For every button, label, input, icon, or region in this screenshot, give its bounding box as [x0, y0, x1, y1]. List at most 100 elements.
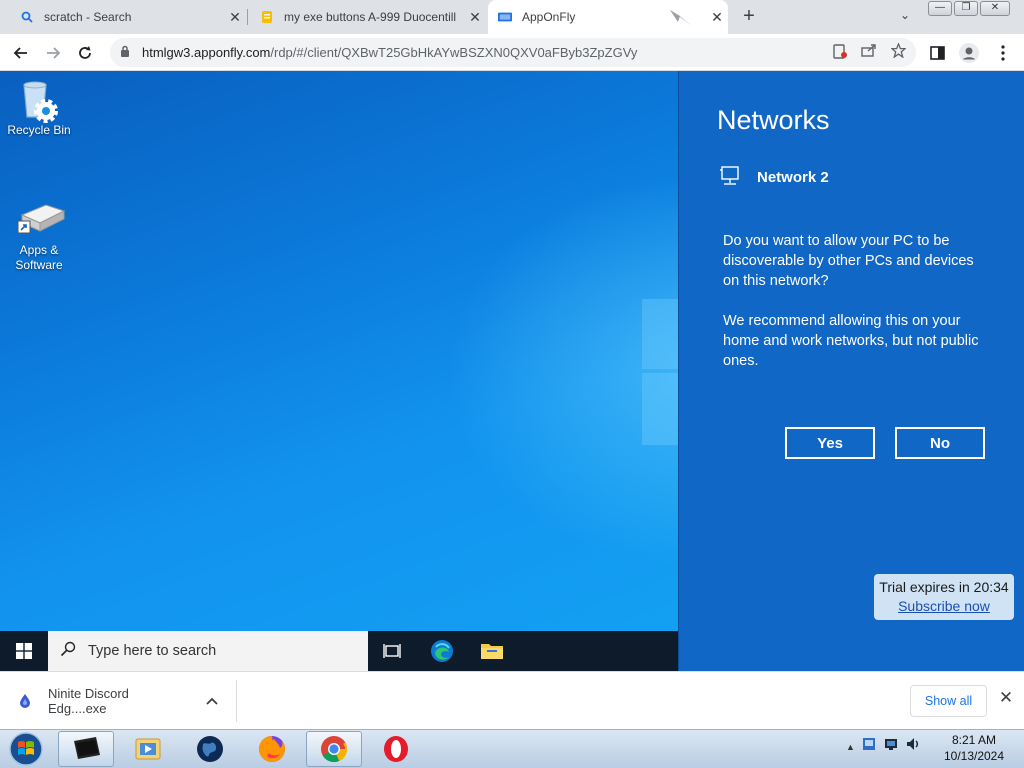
globe-icon: [197, 736, 223, 762]
system-tray: ▲: [846, 736, 921, 757]
system-clock[interactable]: 8:21 AM 10/13/2024: [940, 732, 1008, 764]
desktop-icon-label: Recycle Bin: [7, 123, 71, 137]
recycle-bin-icon: [16, 79, 62, 123]
clock-date: 10/13/2024: [943, 749, 1005, 763]
chevron-up-icon[interactable]: [206, 694, 218, 708]
show-all-button[interactable]: Show all: [910, 685, 987, 717]
close-tab-icon[interactable]: ✕: [706, 9, 728, 26]
paper-plane-icon: [666, 10, 696, 26]
host-taskbar: ▲ 8:21 AM 10/13/2024: [0, 729, 1024, 768]
show-hidden-icons-chevron-icon[interactable]: ▲: [846, 742, 855, 752]
win7-start-orb[interactable]: [4, 730, 48, 768]
share-icon[interactable]: [861, 43, 877, 62]
wallpaper-logo-pane: [642, 299, 678, 369]
clipboard-blocked-icon[interactable]: [833, 43, 847, 62]
bookmark-star-icon[interactable]: [890, 42, 907, 62]
side-panel-icon[interactable]: [926, 42, 948, 64]
close-tab-icon[interactable]: ✕: [224, 9, 246, 26]
network-name: Network 2: [757, 169, 829, 186]
tab-search[interactable]: scratch - Search ✕: [10, 0, 246, 34]
desktop-icon-label: Apps & Software: [15, 243, 63, 272]
firefox-taskbar-app[interactable]: [244, 731, 300, 767]
omnibox-actions: [833, 42, 907, 62]
ethernet-network-icon: [719, 166, 741, 186]
volume-tray-icon[interactable]: [905, 736, 921, 757]
tab-label: my exe buttons A-999 Duocentill: [284, 10, 457, 24]
restore-button[interactable]: ❐: [954, 1, 978, 16]
network-config-tray-icon[interactable]: [861, 736, 877, 757]
download-divider: [236, 680, 237, 722]
search-icon: [20, 10, 34, 24]
browser-tab-strip: scratch - Search ✕ my exe buttons A-999 …: [0, 0, 1024, 34]
url-path: /rdp/#/client/QXBwT25GbHkAYwBSZXN0QXV0aF…: [270, 45, 638, 60]
yes-button[interactable]: Yes: [785, 427, 875, 459]
opera-icon: [384, 736, 408, 762]
edge-taskbar-button[interactable]: [418, 631, 466, 671]
media-player-taskbar-app[interactable]: [120, 731, 176, 767]
profile-avatar[interactable]: [958, 42, 980, 64]
forward-button[interactable]: [40, 40, 66, 66]
close-window-button[interactable]: ✕: [980, 1, 1010, 16]
new-tab-button[interactable]: +: [738, 6, 760, 28]
firefox-icon: [259, 736, 285, 762]
windows-orb-icon: [9, 732, 43, 766]
minimize-button[interactable]: —: [928, 1, 952, 16]
terminal-taskbar-app[interactable]: [58, 731, 114, 767]
document-icon: [260, 10, 274, 24]
search-icon: [48, 641, 88, 662]
clock-time: 8:21 AM: [951, 733, 997, 747]
remote-taskbar: Type here to search: [0, 631, 678, 671]
subscribe-now-link[interactable]: Subscribe now: [874, 597, 1014, 616]
download-filename: Ninite Discord Edg....exe: [48, 686, 129, 716]
globe-taskbar-app[interactable]: [182, 731, 238, 767]
discoverable-recommendation: We recommend allowing this on your home …: [723, 313, 979, 369]
opera-taskbar-app[interactable]: [368, 731, 424, 767]
desktop-icon-apps-software[interactable]: Apps & Software: [2, 199, 76, 273]
remote-desktop[interactable]: Recycle Bin Apps & Software: [0, 71, 678, 631]
download-bar: Ninite Discord Edg....exe Show all ✕: [0, 671, 1024, 729]
close-tab-icon[interactable]: ✕: [464, 9, 486, 26]
task-view-icon: [383, 644, 401, 658]
chrome-icon: [321, 736, 348, 763]
apponfly-icon: [498, 10, 512, 24]
window-controls: — ❐ ✕: [928, 1, 1010, 16]
tab-document[interactable]: my exe buttons A-999 Duocentill ✕: [250, 0, 486, 34]
desktop-icon-recycle-bin[interactable]: Recycle Bin: [2, 79, 76, 137]
lock-icon[interactable]: [120, 45, 140, 60]
edge-icon: [431, 640, 453, 662]
networks-flyout: Networks Network 2 Do you want to allow …: [678, 71, 1024, 671]
windows-logo-icon: [16, 643, 32, 659]
address-bar[interactable]: htmlgw3.apponfly.com/rdp/#/client/QXBwT2…: [110, 38, 916, 67]
task-view-button[interactable]: [368, 631, 416, 671]
tab-label: scratch - Search: [44, 10, 132, 24]
back-button[interactable]: [8, 40, 34, 66]
search-placeholder: Type here to search: [88, 643, 217, 659]
tab-label: AppOnFly: [522, 10, 576, 24]
tab-divider: [247, 9, 248, 25]
tab-apponfly[interactable]: AppOnFly ✕: [488, 0, 728, 34]
windows-start-button[interactable]: [0, 631, 48, 671]
download-item[interactable]: Ninite Discord Edg....exe: [12, 682, 218, 720]
apps-software-icon: [16, 199, 66, 241]
wallpaper-logo-pane: [642, 373, 678, 445]
trial-notice: Trial expires in 20:34 Subscribe now: [874, 574, 1014, 620]
reload-button[interactable]: [72, 40, 98, 66]
url-text: htmlgw3.apponfly.com/rdp/#/client/QXBwT2…: [142, 45, 637, 60]
tab-search-chevron-icon[interactable]: ⌄: [896, 8, 914, 26]
taskbar-search-box[interactable]: Type here to search: [48, 631, 368, 671]
action-center-flag-icon[interactable]: [883, 736, 899, 757]
terminal-icon: [74, 737, 100, 759]
close-download-bar-icon[interactable]: ✕: [996, 688, 1016, 712]
ninite-icon: [12, 693, 38, 709]
networks-title: Networks: [717, 105, 830, 135]
arrow-left-icon: [13, 47, 27, 59]
no-button[interactable]: No: [895, 427, 985, 459]
chrome-taskbar-app[interactable]: [306, 731, 362, 767]
media-player-icon: [135, 738, 161, 760]
file-explorer-taskbar-button[interactable]: [468, 631, 516, 671]
folder-icon: [481, 644, 503, 659]
menu-kebab-icon[interactable]: [992, 42, 1014, 64]
arrow-right-icon: [47, 47, 61, 59]
trial-expiry-text: Trial expires in 20:34: [879, 579, 1009, 595]
reload-icon: [79, 46, 91, 59]
